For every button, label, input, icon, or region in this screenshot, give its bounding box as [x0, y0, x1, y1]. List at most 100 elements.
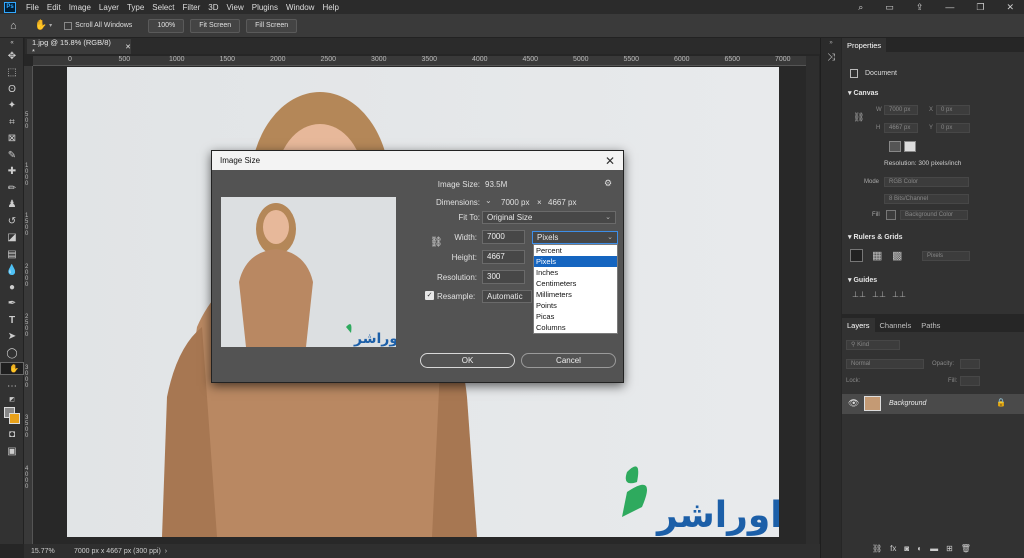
tab-properties[interactable]: Properties — [842, 38, 887, 52]
width-input[interactable]: 7000 — [482, 230, 525, 244]
history-brush-tool-icon[interactable]: ↺ — [0, 213, 24, 230]
eyedropper-tool-icon[interactable]: ✎ — [0, 147, 24, 164]
default-colors-icon[interactable]: ◩ — [0, 395, 24, 405]
ruler-toggle-icon[interactable] — [850, 249, 863, 262]
move-tool-icon[interactable]: ✥ — [0, 48, 24, 65]
magic-wand-tool-icon[interactable]: ✦ — [0, 98, 24, 115]
bit-depth-select[interactable]: 8 Bits/Channel — [884, 194, 969, 204]
fit-screen-button[interactable]: Fit Screen — [190, 18, 241, 33]
tab-layers[interactable]: Layers — [842, 318, 875, 332]
unit-option-points[interactable]: Points — [534, 300, 617, 311]
height-input[interactable]: 4667 — [482, 250, 525, 264]
quick-mask-icon[interactable]: ◘ — [0, 427, 24, 444]
canvas-x-field[interactable]: 0 px — [936, 105, 970, 115]
rulers-grids-section-title[interactable]: ▾ Rulers & Grids — [842, 233, 902, 241]
search-icon[interactable]: ⌕ — [858, 2, 863, 13]
resample-checkbox[interactable]: ✓ — [425, 291, 434, 300]
panel-collapse-icon[interactable]: « — [0, 38, 24, 48]
menu-plugins[interactable]: Plugins — [248, 3, 282, 12]
visibility-eye-icon[interactable]: 👁 — [848, 398, 859, 409]
canvas-y-field[interactable]: 0 px — [936, 123, 970, 133]
opacity-field[interactable] — [960, 359, 980, 369]
scroll-all-windows-checkbox[interactable]: Scroll All Windows — [64, 21, 132, 30]
fill-opacity-field[interactable] — [960, 376, 980, 386]
unit-option-picas[interactable]: Picas — [534, 311, 617, 322]
guides-section-title[interactable]: ▾ Guides — [842, 276, 877, 284]
eraser-tool-icon[interactable]: ◪ — [0, 230, 24, 247]
canvas-width-field[interactable]: 7000 px — [884, 105, 918, 115]
fx-icon[interactable]: fx — [890, 544, 896, 553]
close-tab-icon[interactable]: ✕ — [125, 43, 131, 51]
unit-option-centimeters[interactable]: Centimeters — [534, 278, 617, 289]
hand-tool-icon[interactable]: ✋ — [0, 361, 24, 375]
resolution-input[interactable]: 300 — [482, 270, 525, 284]
fill-screen-button[interactable]: Fill Screen — [246, 18, 298, 33]
minimize-icon[interactable]: — — [945, 2, 954, 12]
mask-icon[interactable]: ◙ — [904, 544, 909, 553]
menu-type[interactable]: Type — [123, 3, 148, 12]
tab-channels[interactable]: Channels — [875, 318, 917, 332]
dodge-tool-icon[interactable]: ● — [0, 279, 24, 296]
blend-mode-select[interactable]: Normal — [846, 359, 924, 369]
panel-collapse-icon[interactable]: » — [821, 40, 841, 46]
background-color-swatch[interactable] — [9, 412, 20, 424]
vertical-scrollbar[interactable] — [806, 56, 819, 544]
marquee-tool-icon[interactable]: ⬚ — [0, 65, 24, 82]
unit-option-inches[interactable]: Inches — [534, 267, 617, 278]
dimensions-chevron-icon[interactable]: ⌄ — [485, 196, 492, 205]
share-icon[interactable]: ⇪ — [916, 2, 924, 13]
guide-center-icon[interactable]: ⊥⊥ — [872, 290, 886, 299]
link-layers-icon[interactable]: ⛓ — [872, 544, 882, 553]
menu-filter[interactable]: Filter — [179, 3, 205, 12]
lasso-tool-icon[interactable]: ʘ — [0, 81, 24, 98]
tab-paths[interactable]: Paths — [916, 318, 945, 332]
brush-tool-icon[interactable]: ✏ — [0, 180, 24, 197]
hand-tool-icon[interactable]: ✋ — [35, 20, 47, 31]
healing-brush-tool-icon[interactable]: ✚ — [0, 164, 24, 181]
path-selection-tool-icon[interactable]: ➤ — [0, 329, 24, 346]
menu-window[interactable]: Window — [282, 3, 318, 12]
group-icon[interactable]: ▬ — [930, 544, 938, 553]
pen-tool-icon[interactable]: ✒ — [0, 296, 24, 313]
delete-layer-icon[interactable]: 🗑 — [961, 544, 971, 553]
image-preview[interactable]: اوراشر — [221, 197, 396, 347]
adjustment-icon[interactable]: ◐ — [917, 544, 922, 553]
gradient-tool-icon[interactable]: ▤ — [0, 246, 24, 263]
close-icon[interactable]: ✕ — [605, 154, 615, 168]
home-icon[interactable]: ⌂ — [10, 20, 17, 32]
menu-edit[interactable]: Edit — [43, 3, 65, 12]
fill-select[interactable]: Background Color — [900, 210, 968, 220]
menu-image[interactable]: Image — [65, 3, 95, 12]
document-tab[interactable]: 1.jpg @ 15.8% (RGB/8) * ✕ — [27, 38, 131, 56]
blur-tool-icon[interactable]: 💧 — [0, 263, 24, 280]
link-icon[interactable]: ⛓ — [853, 112, 864, 123]
status-chevron-icon[interactable]: › — [165, 548, 167, 555]
tool-preset-chevron-down-icon[interactable]: ▾ — [49, 22, 52, 29]
zoom-100-button[interactable]: 100% — [148, 18, 185, 33]
crop-tool-icon[interactable]: ⌗ — [0, 114, 24, 131]
menu-file[interactable]: File — [22, 3, 43, 12]
canvas-height-field[interactable]: 4667 px — [884, 123, 918, 133]
ok-button[interactable]: OK — [420, 353, 515, 368]
new-layer-icon[interactable]: ⊞ — [946, 544, 953, 553]
unit-option-pixels[interactable]: Pixels — [534, 256, 617, 267]
fill-swatch[interactable] — [886, 210, 896, 220]
orientation-portrait-icon[interactable] — [904, 141, 916, 152]
fit-to-select[interactable]: Original Size ⌄ — [482, 211, 616, 224]
color-swatches[interactable] — [0, 405, 24, 427]
grid-toggle-icon[interactable]: ▦ — [872, 249, 882, 262]
resample-select[interactable]: Automatic — [482, 290, 532, 303]
menu-3d[interactable]: 3D — [204, 3, 222, 12]
pixel-grid-toggle-icon[interactable]: ▩ — [892, 249, 902, 262]
history-panel-icon[interactable]: ⤨ — [821, 52, 841, 63]
guide-left-icon[interactable]: ⊥⊥ — [852, 290, 866, 299]
horizontal-ruler[interactable]: 0 500 1000 1500 2000 2500 3000 3500 4000 4500 5000… — [33, 56, 806, 66]
lock-icon[interactable]: 🔒 — [996, 398, 1006, 407]
menu-view[interactable]: View — [223, 3, 248, 12]
close-window-icon[interactable]: ✕ — [1006, 2, 1014, 13]
width-unit-select[interactable]: Pixels ⌄ — [532, 231, 618, 244]
layer-filter-kind[interactable]: ⚲ Kind — [846, 340, 900, 350]
edit-toolbar-icon[interactable]: ⋯ — [0, 378, 24, 395]
unit-option-percent[interactable]: Percent — [534, 245, 617, 256]
orientation-landscape-icon[interactable] — [889, 141, 901, 152]
